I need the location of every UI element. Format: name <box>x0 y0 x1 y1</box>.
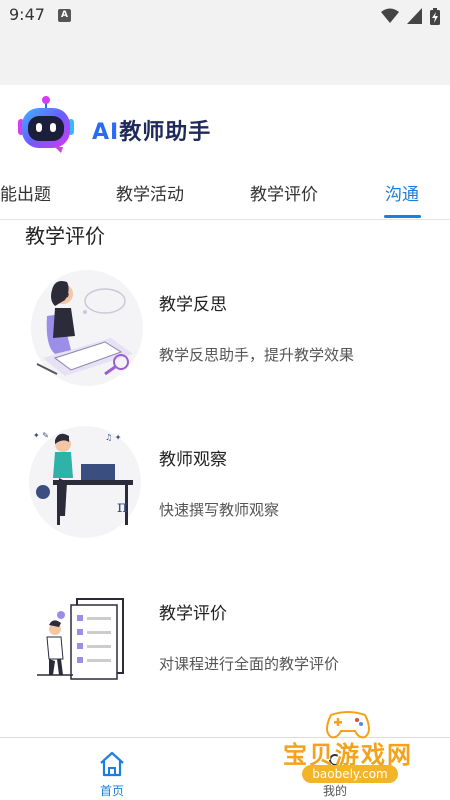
tab-bar: 能出题 教学活动 教学评价 沟通 <box>0 165 450 220</box>
app-title-ai: AI <box>92 120 120 145</box>
card-title: 教学评价 <box>159 604 227 624</box>
robot-logo-icon <box>18 96 74 153</box>
card-teacher-observation[interactable]: ✦ ✎ ♫ ✦ π 教师观察 快速撰写教师观察 <box>0 420 450 560</box>
tab-teaching-evaluation[interactable]: 教学评价 <box>250 180 318 205</box>
status-icons <box>381 7 440 25</box>
home-icon <box>100 751 124 777</box>
cellular-icon <box>407 8 422 24</box>
status-time: 9:47 <box>9 5 45 24</box>
app-top-spacer <box>0 32 450 85</box>
battery-charging-icon <box>430 7 440 25</box>
status-bar: 9:47 A <box>0 0 450 32</box>
app-header: AI教师助手 <box>0 85 450 165</box>
nav-home-label: 首页 <box>99 784 124 798</box>
svg-text:✦ ✎: ✦ ✎ <box>33 431 49 440</box>
card-teaching-reflection[interactable]: 教学反思 教学反思助手，提升教学效果 <box>0 266 450 406</box>
reflection-illustration-icon <box>31 270 143 386</box>
tab-question-generation[interactable]: 能出题 <box>0 180 51 205</box>
watermark: 宝贝游戏网 baobely.com <box>278 705 418 797</box>
notification-icon: A <box>58 9 71 22</box>
section-title: 教学评价 <box>25 224 105 248</box>
card-teaching-evaluation[interactable]: 教学评价 对课程进行全面的教学评价 <box>0 575 450 715</box>
observation-illustration-icon: ✦ ✎ ♫ ✦ π <box>29 426 141 538</box>
card-description: 对课程进行全面的教学评价 <box>159 655 340 673</box>
svg-text:♫ ✦: ♫ ✦ <box>105 433 122 442</box>
wifi-icon <box>381 8 399 23</box>
active-tab-indicator <box>384 215 421 218</box>
card-title: 教师观察 <box>159 450 227 470</box>
tab-communication[interactable]: 沟通 <box>385 180 419 205</box>
nav-home[interactable]: 首页 <box>90 744 134 798</box>
watermark-url: baobely.com <box>302 765 398 783</box>
app-title: AI教师助手 <box>92 114 211 146</box>
card-description: 快速撰写教师观察 <box>159 501 280 519</box>
app-title-rest: 教师助手 <box>119 120 212 145</box>
evaluation-illustration-icon <box>37 598 124 680</box>
tab-teaching-activities[interactable]: 教学活动 <box>116 180 184 205</box>
card-title: 教学反思 <box>159 295 227 315</box>
card-description: 教学反思助手，提升教学效果 <box>159 346 355 364</box>
svg-text:π: π <box>117 497 128 516</box>
